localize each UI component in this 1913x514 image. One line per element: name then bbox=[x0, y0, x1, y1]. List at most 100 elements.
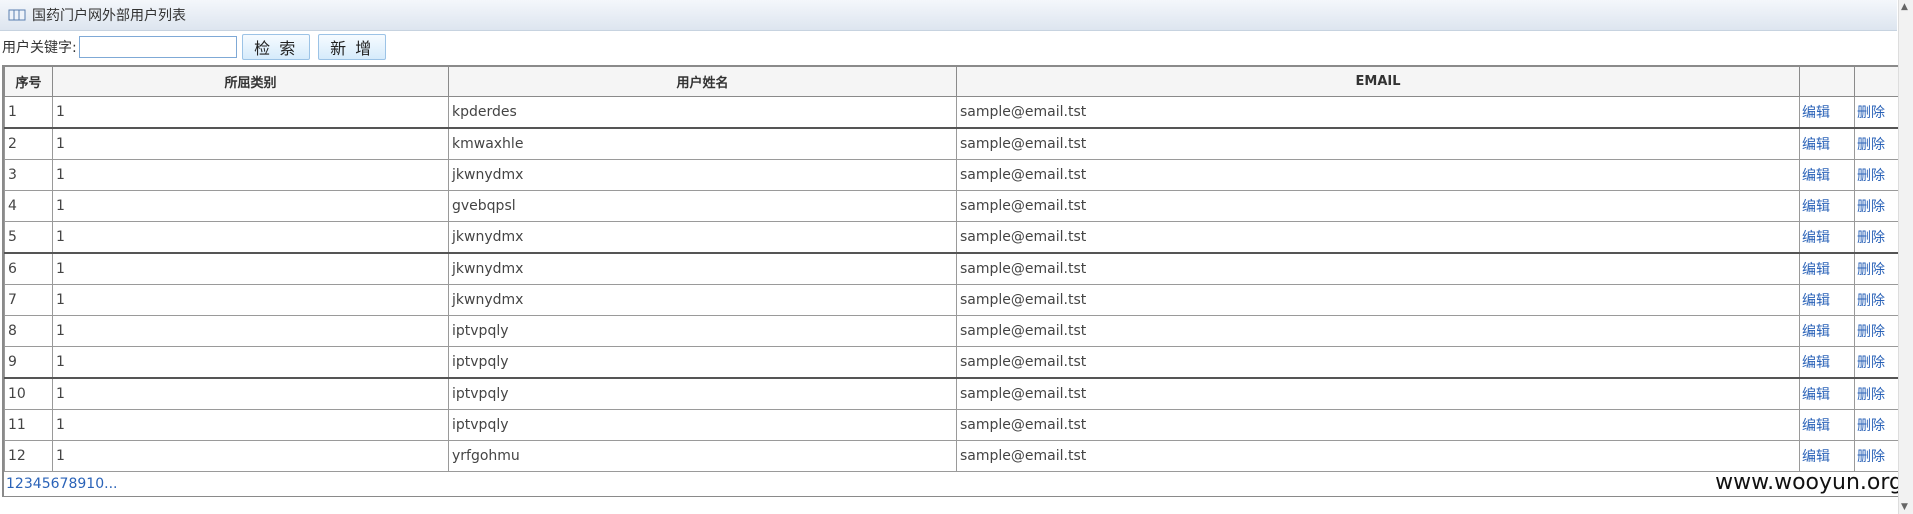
edit-link[interactable]: 编辑 bbox=[1802, 262, 1830, 278]
table-row: 71jkwnydmxsample@email.tst编辑删除初始密码 bbox=[4, 284, 1913, 316]
user-table: 序号 所屈类别 用户姓名 EMAIL 1 1 kpderdes sample@emai… bbox=[4, 66, 1913, 472]
cell-name: kmwaxhle bbox=[448, 127, 957, 160]
edit-link[interactable]: 编辑 bbox=[1802, 324, 1830, 340]
page-link[interactable]: 1 bbox=[6, 476, 15, 492]
cell-email: sample@email.tst bbox=[956, 159, 1800, 191]
delete-link[interactable]: 删除 bbox=[1857, 355, 1885, 371]
delete-link[interactable]: 删除 bbox=[1857, 105, 1885, 121]
cell-category: 1 bbox=[52, 315, 449, 347]
edit-link[interactable]: 编辑 bbox=[1802, 199, 1830, 215]
cell-no: 12 bbox=[4, 440, 53, 472]
edit-link-cell: 编辑 bbox=[1799, 190, 1855, 222]
cell-no: 9 bbox=[4, 346, 53, 379]
cell-category: 1 bbox=[52, 127, 449, 160]
page-link[interactable]: 10 bbox=[86, 476, 104, 492]
cell-email: sample@email.tst bbox=[956, 315, 1800, 347]
search-input[interactable] bbox=[78, 36, 237, 58]
panel-header: 国药门户网外部用户列表 bbox=[0, 0, 1897, 31]
edit-link-cell: 编辑 bbox=[1799, 96, 1855, 129]
cell-name: jkwnydmx bbox=[448, 159, 957, 191]
scroll-down-icon[interactable]: ▼ bbox=[1901, 502, 1908, 512]
edit-link-cell: 编辑 bbox=[1799, 440, 1855, 472]
edit-link-cell: 编辑 bbox=[1799, 377, 1855, 410]
edit-link[interactable]: 编辑 bbox=[1802, 168, 1830, 184]
delete-link[interactable]: 删除 bbox=[1857, 324, 1885, 340]
search-button[interactable]: 检 索 bbox=[241, 34, 310, 60]
table-icon bbox=[8, 8, 26, 22]
cell-name: iptvpqly bbox=[448, 346, 957, 379]
table-row: 41gvebqpslsample@email.tst编辑删除初始密码 bbox=[4, 190, 1913, 222]
delete-link[interactable]: 删除 bbox=[1857, 262, 1885, 278]
cell-category: 1 bbox=[52, 221, 449, 254]
delete-link[interactable]: 删除 bbox=[1857, 387, 1885, 403]
cell-email: sample@email.tst bbox=[956, 190, 1800, 222]
cell-email: sample@email.tst bbox=[956, 96, 1800, 129]
cell-name: yrfgohmu bbox=[448, 440, 957, 472]
panel-title: 国药门户网外部用户列表 bbox=[32, 8, 186, 24]
delete-link[interactable]: 删除 bbox=[1857, 168, 1885, 184]
column-header-category: 所屈类别 bbox=[52, 66, 449, 97]
cell-no: 1 bbox=[4, 96, 53, 129]
table-row: 91iptvpqlysample@email.tst编辑删除初始密码 bbox=[4, 346, 1913, 379]
edit-link-cell: 编辑 bbox=[1799, 127, 1855, 160]
cell-no: 7 bbox=[4, 284, 53, 316]
page-link[interactable]: 9 bbox=[77, 476, 86, 492]
edit-link-cell: 编辑 bbox=[1799, 284, 1855, 316]
column-header-no: 序号 bbox=[4, 66, 53, 97]
add-button[interactable]: 新 增 bbox=[317, 34, 386, 60]
cell-email: sample@email.tst bbox=[956, 409, 1800, 441]
table-row: 121yrfgohmusample@email.tst编辑删除初始密码 bbox=[4, 440, 1913, 472]
cell-name: jkwnydmx bbox=[448, 221, 957, 254]
edit-link[interactable]: 编辑 bbox=[1802, 137, 1830, 153]
cell-name: jkwnydmx bbox=[448, 252, 957, 285]
delete-link[interactable]: 删除 bbox=[1857, 293, 1885, 309]
edit-link-cell: 编辑 bbox=[1799, 252, 1855, 285]
cell-name: gvebqpsl bbox=[448, 190, 957, 222]
cell-email: sample@email.tst bbox=[956, 377, 1800, 410]
cell-category: 1 bbox=[52, 252, 449, 285]
scrollbar-vertical[interactable]: ▲ ▼ bbox=[1898, 0, 1913, 514]
cell-email: sample@email.tst bbox=[956, 346, 1800, 379]
delete-link[interactable]: 删除 bbox=[1857, 449, 1885, 465]
cell-category: 1 bbox=[52, 190, 449, 222]
edit-link[interactable]: 编辑 bbox=[1802, 230, 1830, 246]
cell-category: 1 bbox=[52, 159, 449, 191]
delete-link[interactable]: 删除 bbox=[1857, 137, 1885, 153]
page-link[interactable]: 3 bbox=[24, 476, 33, 492]
page-link[interactable]: 2 bbox=[15, 476, 24, 492]
cell-name: kpderdes bbox=[448, 96, 957, 129]
cell-name: iptvpqly bbox=[448, 315, 957, 347]
edit-link-cell: 编辑 bbox=[1799, 346, 1855, 379]
edit-link[interactable]: 编辑 bbox=[1802, 449, 1830, 465]
edit-link[interactable]: 编辑 bbox=[1802, 387, 1830, 403]
edit-link-cell: 编辑 bbox=[1799, 409, 1855, 441]
delete-link[interactable]: 删除 bbox=[1857, 230, 1885, 246]
cell-name: iptvpqly bbox=[448, 409, 957, 441]
delete-link[interactable]: 删除 bbox=[1857, 418, 1885, 434]
cell-category: 1 bbox=[52, 96, 449, 129]
edit-link[interactable]: 编辑 bbox=[1802, 293, 1830, 309]
cell-no: 10 bbox=[4, 377, 53, 410]
cell-no: 8 bbox=[4, 315, 53, 347]
page-link[interactable]: ... bbox=[104, 476, 117, 492]
page-link[interactable]: 6 bbox=[51, 476, 60, 492]
edit-link[interactable]: 编辑 bbox=[1802, 418, 1830, 434]
cell-no: 2 bbox=[4, 127, 53, 160]
table-row: 51jkwnydmxsample@email.tst编辑删除初始密码 bbox=[4, 221, 1913, 254]
edit-link[interactable]: 编辑 bbox=[1802, 105, 1830, 121]
pagination: 12345678910... bbox=[6, 476, 117, 492]
edit-link[interactable]: 编辑 bbox=[1802, 355, 1830, 371]
column-header-edit bbox=[1799, 66, 1855, 97]
table-row: 111iptvpqlysample@email.tst编辑删除初始密码 bbox=[4, 409, 1913, 441]
cell-category: 1 bbox=[52, 377, 449, 410]
column-header-email: EMAIL bbox=[956, 66, 1800, 97]
user-table-container: 序号 所屈类别 用户姓名 EMAIL 1 1 kpderdes sample@emai… bbox=[2, 65, 1913, 497]
scroll-up-icon[interactable]: ▲ bbox=[1901, 2, 1908, 12]
delete-link[interactable]: 删除 bbox=[1857, 199, 1885, 215]
table-row: 11kpderdessample@email.tst编辑删除初始密码 bbox=[4, 96, 1913, 129]
page-link[interactable]: 5 bbox=[42, 476, 51, 492]
page-link[interactable]: 4 bbox=[33, 476, 42, 492]
table-row: 81iptvpqlysample@email.tst编辑删除初始密码 bbox=[4, 315, 1913, 347]
watermark: www.wooyun.org bbox=[1715, 470, 1903, 495]
cell-category: 1 bbox=[52, 440, 449, 472]
